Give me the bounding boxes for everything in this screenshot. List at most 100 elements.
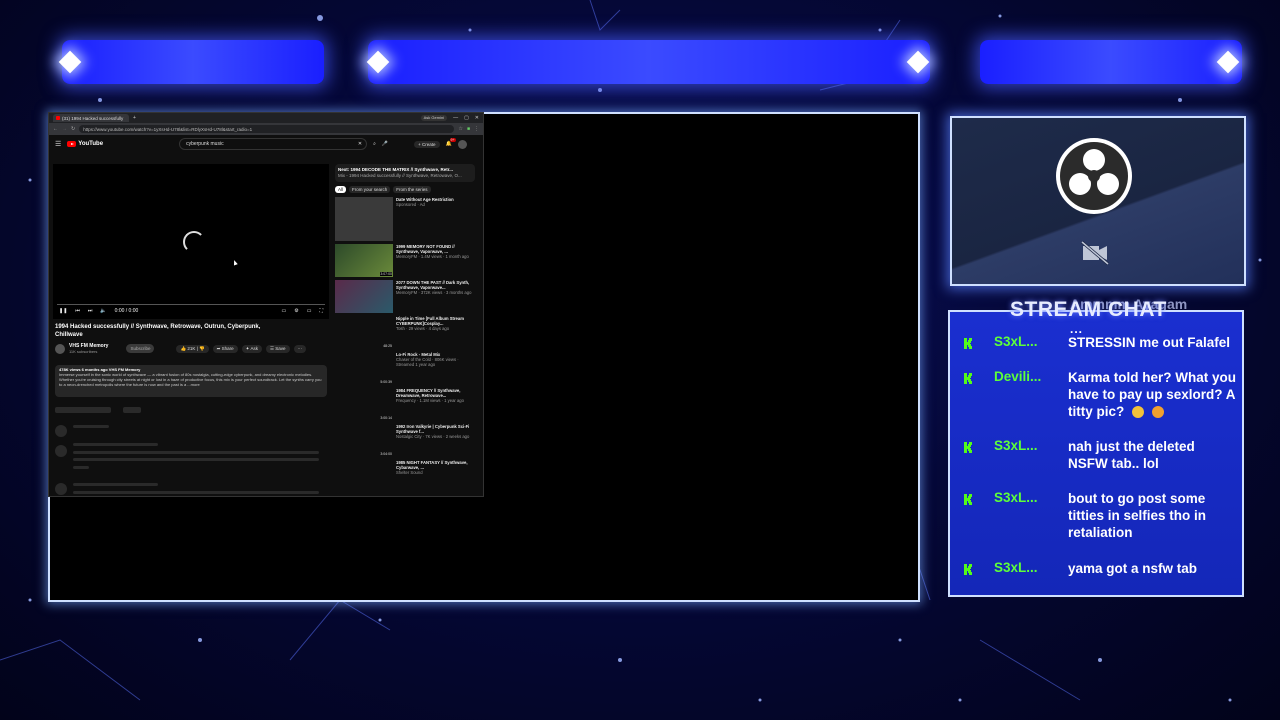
rec-sub: Shelter Sound (396, 470, 423, 475)
next-icon[interactable]: ⏭ (88, 308, 93, 314)
ask-gemini-button[interactable]: Ask Gemini (420, 115, 448, 121)
share-label: Share (221, 345, 234, 351)
video-player[interactable]: ❚❚ ⏮ ⏭ 🔈 0:00 / 0:00 ▭ ⚙ ▭ ⛶ (53, 164, 329, 319)
chip-from-series[interactable]: From the series (393, 186, 431, 193)
filter-chips: All From your search From the series (335, 186, 475, 193)
create-button[interactable]: + Create (414, 140, 440, 148)
window-controls: Ask Gemini — ▢ ✕ (420, 115, 483, 121)
pause-icon[interactable]: ❚❚ (59, 308, 67, 314)
theater-icon[interactable]: ▭ (307, 308, 312, 314)
fullscreen-icon[interactable]: ⛶ (319, 308, 323, 314)
rec-title: 1992 Iron Valkyrie | Cyberpunk Sci-Fi Sy… (396, 424, 470, 434)
player-controls: ❚❚ ⏮ ⏭ 🔈 0:00 / 0:00 ▭ ⚙ ▭ ⛶ (59, 307, 323, 315)
rec-thumbnail: 5:00:39 (335, 352, 393, 385)
chat-username[interactable]: S3xL... (994, 560, 1038, 575)
rec-item[interactable]: 3:00:14 1984 FREQUENCY // Synthwave, Dre… (335, 388, 475, 421)
rec-item[interactable]: Date Without Age Restriction Sponsored · … (335, 197, 475, 241)
tab-bar: (31) 1994 Hacked successfully + Ask Gemi… (49, 113, 483, 123)
more-actions-icon[interactable]: ⋯ (293, 344, 307, 353)
channel-avatar[interactable] (55, 343, 65, 354)
comment-skeleton-line (73, 466, 89, 469)
menu-dots-icon[interactable]: ⋮ (474, 126, 479, 132)
close-button[interactable]: ✕ (475, 115, 479, 121)
chat-title: STREAM CHAT (1010, 298, 1167, 321)
save-button[interactable]: ☰ Save (265, 344, 290, 353)
create-label: Create (422, 141, 436, 147)
tab-title: (31) 1994 Hacked successfully (62, 115, 124, 121)
description-box[interactable]: 478K views 6 months ago VHS FM Memory Im… (55, 365, 327, 397)
chat-username[interactable]: Devili... (994, 369, 1041, 384)
chip-all[interactable]: All (335, 186, 347, 193)
chat-panel: ... S3xL... STRESSIN me out Falafel Devi… (948, 310, 1244, 597)
comment-skeleton-line (73, 425, 109, 428)
like-count: 21K (187, 345, 196, 351)
forward-icon[interactable]: → (62, 126, 67, 132)
rec-duration: 5:00:39 (380, 380, 392, 384)
rec-item[interactable]: 1985 NIGHT FANTASY // Synthwave, Cybarwa… (335, 460, 475, 493)
search-input[interactable]: cyberpunk music ✕ (179, 138, 368, 150)
playlist-next-box[interactable]: Next: 1994 DECODE THE MATRIX // Synthwav… (335, 164, 475, 182)
progress-bar[interactable] (57, 304, 325, 305)
chat-username[interactable]: S3xL... (994, 490, 1038, 505)
mix-label: Mix - 1994 Hacked successfully // Synthw… (338, 173, 462, 178)
rec-sub: Nostalgic City · 7K views · 2 weeks ago (396, 434, 470, 439)
chat-text: Karma told her? What you have to pay up … (1068, 369, 1238, 420)
mic-icon[interactable]: 🎤 (382, 141, 388, 147)
chat-username[interactable]: S3xL... (994, 334, 1038, 349)
back-icon[interactable]: ← (53, 126, 58, 132)
rec-thumbnail: 3:04:00 (335, 424, 393, 457)
rec-item[interactable]: 3:04:00 1992 Iron Valkyrie | Cyberpunk S… (335, 424, 475, 457)
settings-icon[interactable]: ⚙ (294, 308, 298, 314)
reload-icon[interactable]: ↻ (71, 126, 75, 132)
address-bar: ← → ↻ https://www.youtube.com/watch?v=1y… (49, 123, 483, 135)
rec-sub: MemoryFM · 1.4M views · 1 month ago (396, 254, 469, 259)
ask-button[interactable]: ✦ Ask (241, 344, 262, 353)
rec-item[interactable]: 3:07:00 1999 MEMORY NOT FOUND // Synthwa… (335, 244, 475, 277)
search-icon[interactable]: ⌕ (373, 141, 376, 147)
rec-duration: 3:07:00 (380, 272, 392, 276)
video-title: 1994 Hacked successfully // Synthwave, R… (55, 324, 261, 338)
hamburger-menu-icon[interactable]: ☰ (55, 140, 61, 148)
bookmark-star-icon[interactable]: ☆ (458, 126, 462, 132)
rec-thumbnail (335, 280, 393, 313)
new-tab-button[interactable]: + (133, 115, 136, 121)
youtube-logo-text: YouTube (78, 141, 104, 147)
comment-skeleton-line (73, 458, 319, 461)
extensions-icon[interactable]: ■ (467, 126, 470, 132)
rec-duration: 48:25 (383, 344, 392, 348)
camera-off-icon (1081, 240, 1109, 266)
account-avatar[interactable] (457, 139, 467, 149)
rec-thumbnail: 3:07:00 (335, 244, 393, 277)
flushed-emoji-icon (1132, 406, 1145, 419)
rec-title: 1985 NIGHT FANTASY // Synthwave, Cybarwa… (396, 460, 468, 470)
top-bar-left (62, 40, 324, 84)
youtube-logo[interactable]: YouTube (67, 141, 103, 147)
volume-icon[interactable]: 🔈 (100, 308, 106, 314)
previous-icon[interactable]: ⏮ (75, 308, 80, 314)
subtitles-icon[interactable]: ▭ (282, 308, 287, 314)
rec-item[interactable]: 48:25 Nipple in Time [Full Album Stream … (335, 316, 475, 349)
browser-tab[interactable]: (31) 1994 Hacked successfully (53, 114, 129, 122)
comments-skeleton (55, 407, 111, 413)
url-field[interactable]: https://www.youtube.com/watch?v=1yXsHd-U… (79, 125, 455, 133)
top-bar-center (368, 40, 930, 84)
top-bar-right (980, 40, 1242, 84)
clear-search-icon[interactable]: ✕ (358, 141, 362, 147)
chip-from-search[interactable]: From your search (349, 186, 391, 193)
search-value: cyberpunk music (186, 141, 224, 147)
like-button[interactable]: 👍 21K | 👎 (176, 344, 209, 353)
notifications-icon[interactable]: 🔔 9+ (446, 138, 456, 147)
ask-label: Ask (250, 345, 258, 351)
time-display: 0:00 / 0:00 (114, 308, 139, 314)
rec-sub: Chaser of the Cold · 806K views · Stream… (396, 357, 459, 367)
rec-item[interactable]: 5:00:39 Lo-Fi Rock - Metal Mix Chaser of … (335, 352, 475, 385)
rec-item[interactable]: 2077 DOWN THE PAST // Dark Synth, Synthw… (335, 280, 475, 313)
subscribe-button[interactable]: Subscribe (126, 344, 155, 353)
minimize-button[interactable]: — (453, 115, 458, 121)
rec-thumbnail (335, 460, 393, 493)
share-button[interactable]: ➦ Share (212, 344, 238, 353)
chat-username[interactable]: S3xL... (994, 438, 1038, 453)
maximize-button[interactable]: ▢ (464, 115, 469, 121)
recommendations-column: Next: 1994 DECODE THE MATRIX // Synthwav… (335, 164, 475, 496)
rec-thumbnail: 3:00:14 (335, 388, 393, 421)
